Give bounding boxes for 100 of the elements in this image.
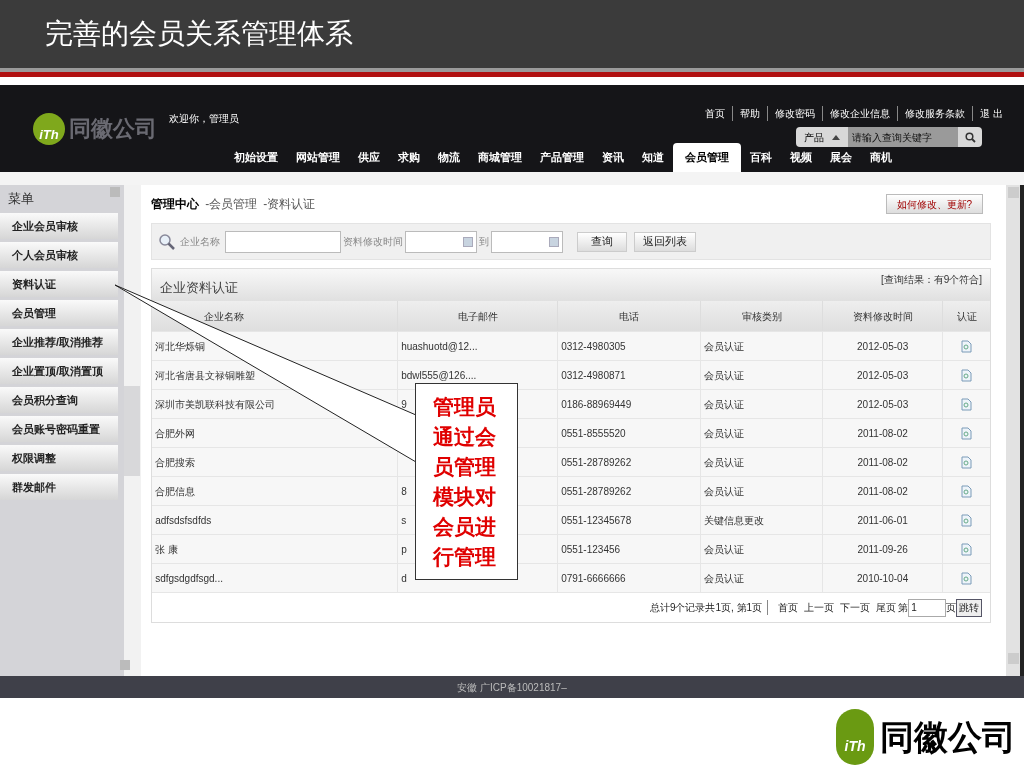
- table-cell-text: 合肥信息: [155, 484, 196, 499]
- document-icon[interactable]: [961, 455, 973, 469]
- page-link[interactable]: 下一页: [840, 600, 871, 615]
- nav-tab[interactable]: 产品管理: [531, 143, 593, 172]
- page-field[interactable]: 1: [908, 598, 947, 617]
- sidebar-item[interactable]: 企业推荐/取消推荐: [0, 329, 118, 355]
- document-icon[interactable]: [961, 571, 973, 585]
- table-cell-text: bdwl555@126....: [401, 368, 477, 383]
- top-link[interactable]: 修改企业信息: [822, 106, 898, 121]
- document-icon[interactable]: [961, 426, 973, 440]
- nav-tab[interactable]: 知道: [633, 143, 673, 172]
- date-field[interactable]: [491, 230, 564, 253]
- column-header: 审核类别: [741, 309, 782, 324]
- logo-text: 同徽公司: [880, 716, 1016, 758]
- top-link[interactable]: 帮助: [732, 106, 768, 121]
- field-label: 到: [479, 235, 490, 249]
- slide-title: 完善的会员关系管理体系: [45, 16, 353, 52]
- page-summary: 总计9个记录共1页, 第1页: [649, 600, 769, 615]
- company-name-field[interactable]: [225, 230, 342, 253]
- top-link[interactable]: 修改密码: [767, 106, 823, 121]
- table-cell-text: 0551-28789262: [561, 455, 632, 470]
- search-field[interactable]: 请输入查询关键字: [848, 127, 958, 147]
- sidebar-item[interactable]: 会员积分查询: [0, 387, 118, 413]
- nav-tab[interactable]: 初始设置: [225, 143, 287, 172]
- sidebar-item[interactable]: 会员账号密码重置: [0, 416, 118, 442]
- table-cell-text: 0312-4980305: [561, 339, 626, 354]
- page-link[interactable]: 尾页: [876, 600, 897, 615]
- panel-title: 企业资料认证: [160, 278, 239, 297]
- table-cell-text: 0312-4980871: [561, 368, 626, 383]
- filter-button[interactable]: 查询: [577, 231, 628, 252]
- nav-tab[interactable]: 百科: [741, 143, 781, 172]
- footer-text: 安徽 广ICP备10021817–: [457, 680, 567, 695]
- top-link[interactable]: 退 出: [972, 106, 1010, 121]
- nav-tab[interactable]: 网站管理: [287, 143, 349, 172]
- breadcrumb-item: -会员管理: [205, 196, 258, 213]
- table-cell-text: 0551-28789262: [561, 484, 632, 499]
- sidebar-item[interactable]: 权限调整: [0, 445, 118, 471]
- table-cell-text: 2012-05-03: [857, 368, 909, 383]
- logo-text: 同徽公司: [69, 115, 157, 143]
- calendar-icon: [463, 236, 474, 247]
- date-field[interactable]: [405, 230, 478, 253]
- column-header: 认证: [956, 309, 977, 324]
- logo-mark: iTh: [836, 709, 874, 765]
- page-link[interactable]: 上一页: [804, 600, 835, 615]
- table-cell-text: 会员认证: [704, 484, 745, 499]
- document-icon[interactable]: [961, 542, 973, 556]
- nav-tab[interactable]: 资讯: [593, 143, 633, 172]
- column-header: 电话: [619, 309, 640, 324]
- table-cell-text: 0791-6666666: [561, 571, 626, 586]
- collapse-handle[interactable]: [124, 385, 141, 476]
- table-cell-text: 合肥搜索: [155, 455, 196, 470]
- table-cell-text: 2011-08-02: [857, 484, 908, 499]
- nav-tab[interactable]: 商城管理: [469, 143, 531, 172]
- table-cell-text: 0551-123456: [561, 542, 621, 557]
- sidebar-item[interactable]: 群发邮件: [0, 474, 118, 500]
- document-icon[interactable]: [961, 339, 973, 353]
- scroll-up-button[interactable]: [1008, 187, 1020, 198]
- scroll-up-button[interactable]: [110, 187, 121, 197]
- table-cell-text: 合肥外网: [155, 426, 196, 441]
- page-label: 第: [898, 601, 909, 615]
- table-cell-text: 会员认证: [704, 339, 745, 354]
- document-icon[interactable]: [961, 368, 973, 382]
- sidebar-item[interactable]: 资料认证: [0, 271, 118, 297]
- caret-icon: [832, 134, 840, 140]
- table-cell-text: 8: [401, 484, 407, 499]
- table-cell-text: 会员认证: [704, 455, 745, 470]
- table-cell-text: 张 康: [155, 542, 178, 557]
- nav-tab[interactable]: 物流: [429, 143, 469, 172]
- table-cell-text: 0551-12345678: [561, 513, 632, 528]
- table-cell-text: 2011-06-01: [857, 513, 908, 528]
- field-label: 资料修改时间: [343, 235, 404, 249]
- page-link[interactable]: 首页: [778, 600, 799, 615]
- search-bar[interactable]: 产品 请输入查询关键字: [796, 127, 982, 147]
- search-icon: [964, 131, 976, 143]
- table-cell-text: 2012-05-03: [857, 339, 909, 354]
- sidebar-item[interactable]: 会员管理: [0, 300, 118, 326]
- table-cell-text: 2012-05-03: [857, 397, 909, 412]
- document-icon[interactable]: [961, 484, 973, 498]
- top-link[interactable]: 首页: [698, 106, 733, 121]
- table-cell-text: p: [401, 542, 407, 557]
- table-cell-text: 会员认证: [704, 571, 745, 586]
- table-cell-text: 会员认证: [704, 397, 745, 412]
- filter-button[interactable]: 返回列表: [634, 231, 697, 252]
- go-button[interactable]: 跳转: [956, 598, 983, 617]
- column-header: 资料修改时间: [852, 309, 913, 324]
- document-icon[interactable]: [961, 513, 973, 527]
- table-cell-text: 深圳市美凯联科技有限公司: [155, 397, 276, 412]
- nav-tab[interactable]: 求购: [389, 143, 429, 172]
- sidebar-item[interactable]: 个人会员审核: [0, 242, 118, 268]
- scroll-down-button[interactable]: [1008, 653, 1020, 664]
- nav-tab[interactable]: 供应: [349, 143, 389, 172]
- document-icon[interactable]: [961, 397, 973, 411]
- sidebar-title: 菜单: [8, 190, 34, 209]
- table-cell-text: 0186-88969449: [561, 397, 632, 412]
- sidebar-item[interactable]: 企业会员审核: [0, 213, 118, 239]
- top-link[interactable]: 修改服务条款: [897, 106, 973, 121]
- nav-tab[interactable]: 会员管理: [673, 143, 741, 172]
- logo-mark: iTh: [33, 112, 65, 145]
- sidebar-item[interactable]: 企业置顶/取消置顶: [0, 358, 118, 384]
- help-button[interactable]: 如何修改、更新?: [885, 194, 984, 214]
